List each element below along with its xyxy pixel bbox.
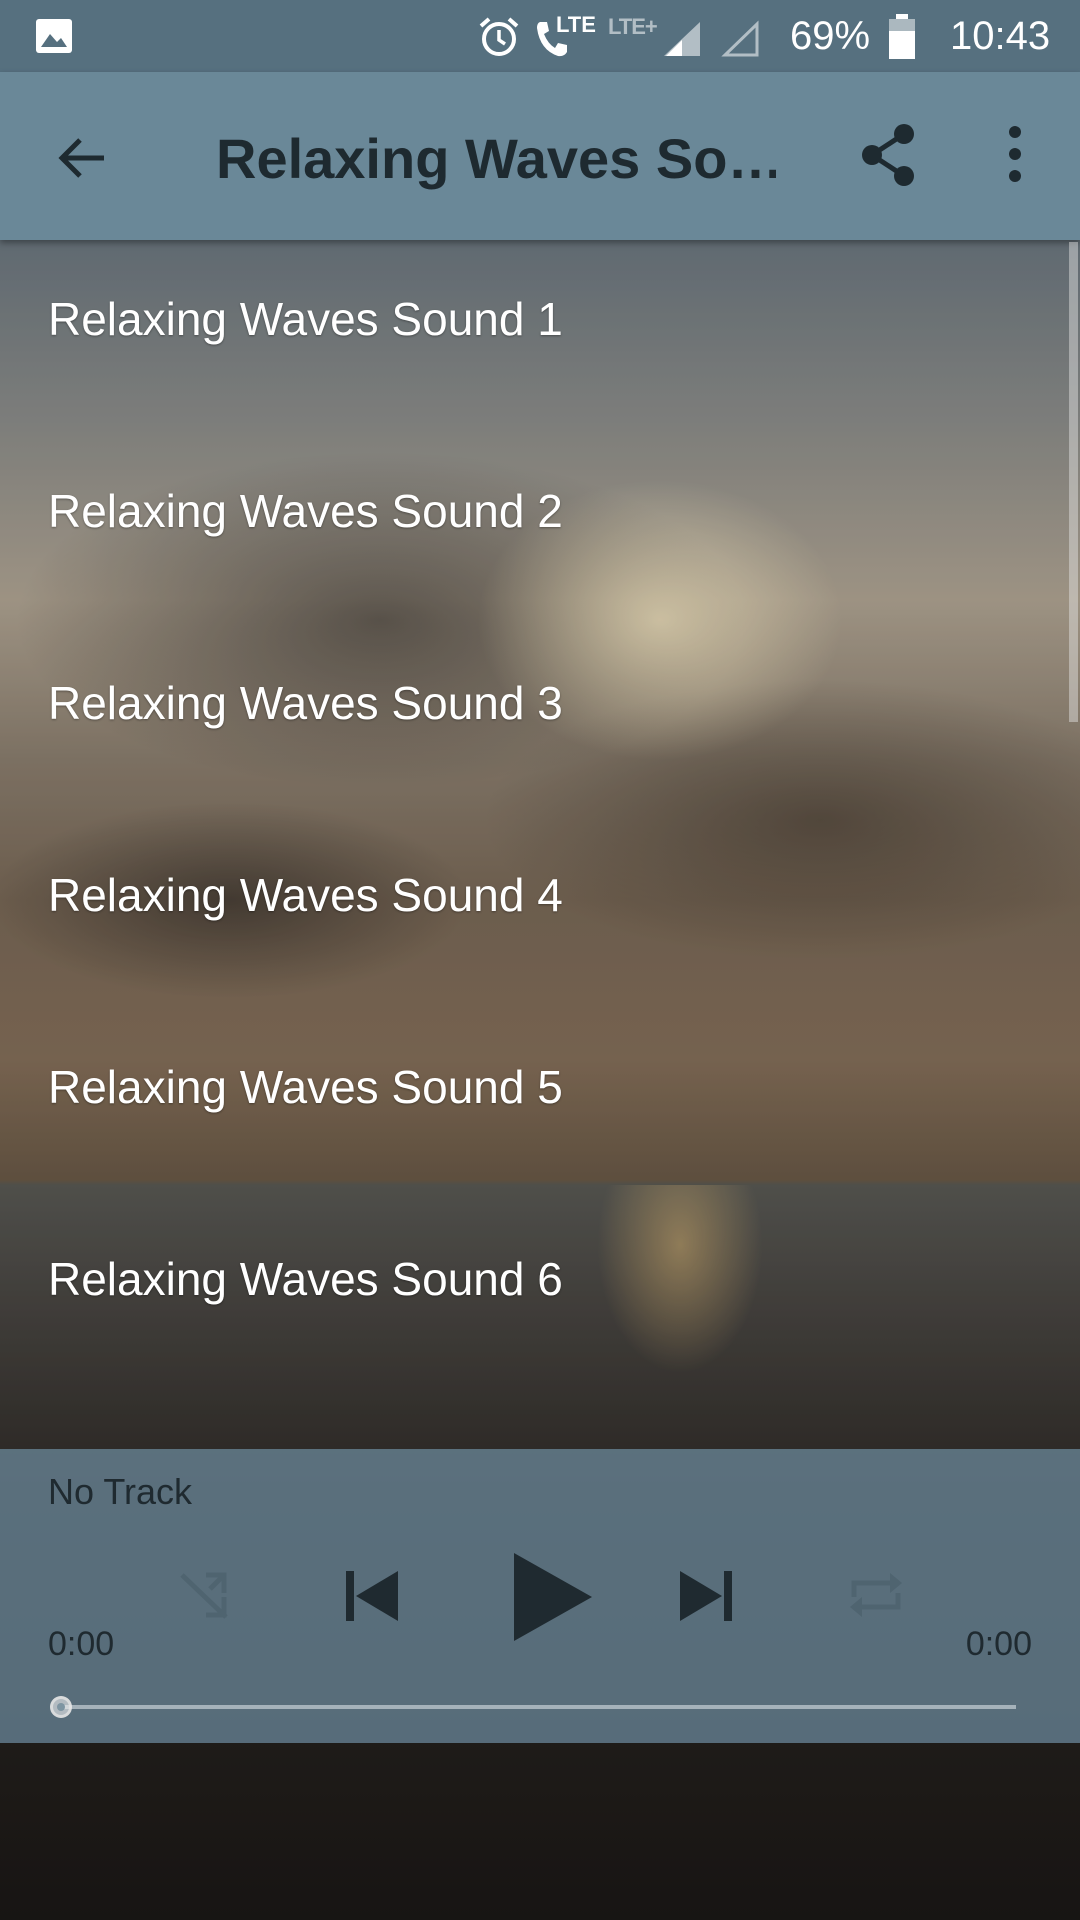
list-item[interactable]: Relaxing Waves Sound 4 (0, 816, 1068, 966)
seek-thumb[interactable] (50, 1696, 72, 1718)
status-time: 10:43 (950, 14, 1051, 58)
elapsed-time: 0:00 (48, 1625, 115, 1663)
track-label: Relaxing Waves Sound 1 (48, 293, 563, 345)
list-item[interactable]: Relaxing Waves Sound 2 (0, 432, 1068, 582)
share-icon[interactable] (858, 122, 920, 188)
app-bar: Relaxing Waves So… (0, 72, 1080, 240)
list-item[interactable]: Relaxing Waves Sound 3 (0, 624, 1068, 774)
signal-icon (664, 22, 700, 56)
battery-percent: 69% (790, 14, 871, 58)
image-icon (36, 19, 72, 53)
back-arrow-icon[interactable] (50, 126, 114, 190)
shuffle-icon[interactable] (176, 1567, 232, 1623)
track-label: Relaxing Waves Sound 2 (48, 485, 563, 537)
page-title: Relaxing Waves So… (216, 127, 776, 190)
duration-time: 0:00 (965, 1625, 1032, 1663)
track-label: Relaxing Waves Sound 3 (48, 677, 563, 729)
battery-icon (889, 14, 915, 59)
now-playing-title: No Track (48, 1471, 193, 1512)
list-item[interactable]: Relaxing Waves Sound 6 (0, 1200, 1068, 1350)
signal-empty-icon (721, 20, 759, 57)
status-bar: LTE LTE+ 69% 10:43 (0, 0, 1080, 72)
lte-label: LTE (556, 12, 596, 37)
lte-plus-label: LTE+ (608, 14, 658, 39)
list-item[interactable]: Relaxing Waves Sound 1 (0, 240, 1068, 390)
list-item[interactable]: Relaxing Waves Sound 5 (0, 1008, 1068, 1158)
player-panel: No Track 0:00 0:00 (0, 1449, 1080, 1743)
play-icon[interactable] (506, 1549, 596, 1645)
more-vert-icon[interactable] (1000, 124, 1030, 184)
volte-call-icon: LTE (534, 12, 596, 58)
track-label: Relaxing Waves Sound 5 (48, 1061, 563, 1113)
seek-bar[interactable] (62, 1705, 1016, 1709)
track-label: Relaxing Waves Sound 6 (48, 1253, 563, 1305)
list-scrollbar[interactable] (1069, 242, 1078, 722)
skip-previous-icon[interactable] (340, 1565, 402, 1627)
repeat-icon[interactable] (846, 1567, 906, 1623)
track-label: Relaxing Waves Sound 4 (48, 869, 563, 921)
skip-next-icon[interactable] (676, 1565, 738, 1627)
alarm-icon (479, 17, 519, 56)
